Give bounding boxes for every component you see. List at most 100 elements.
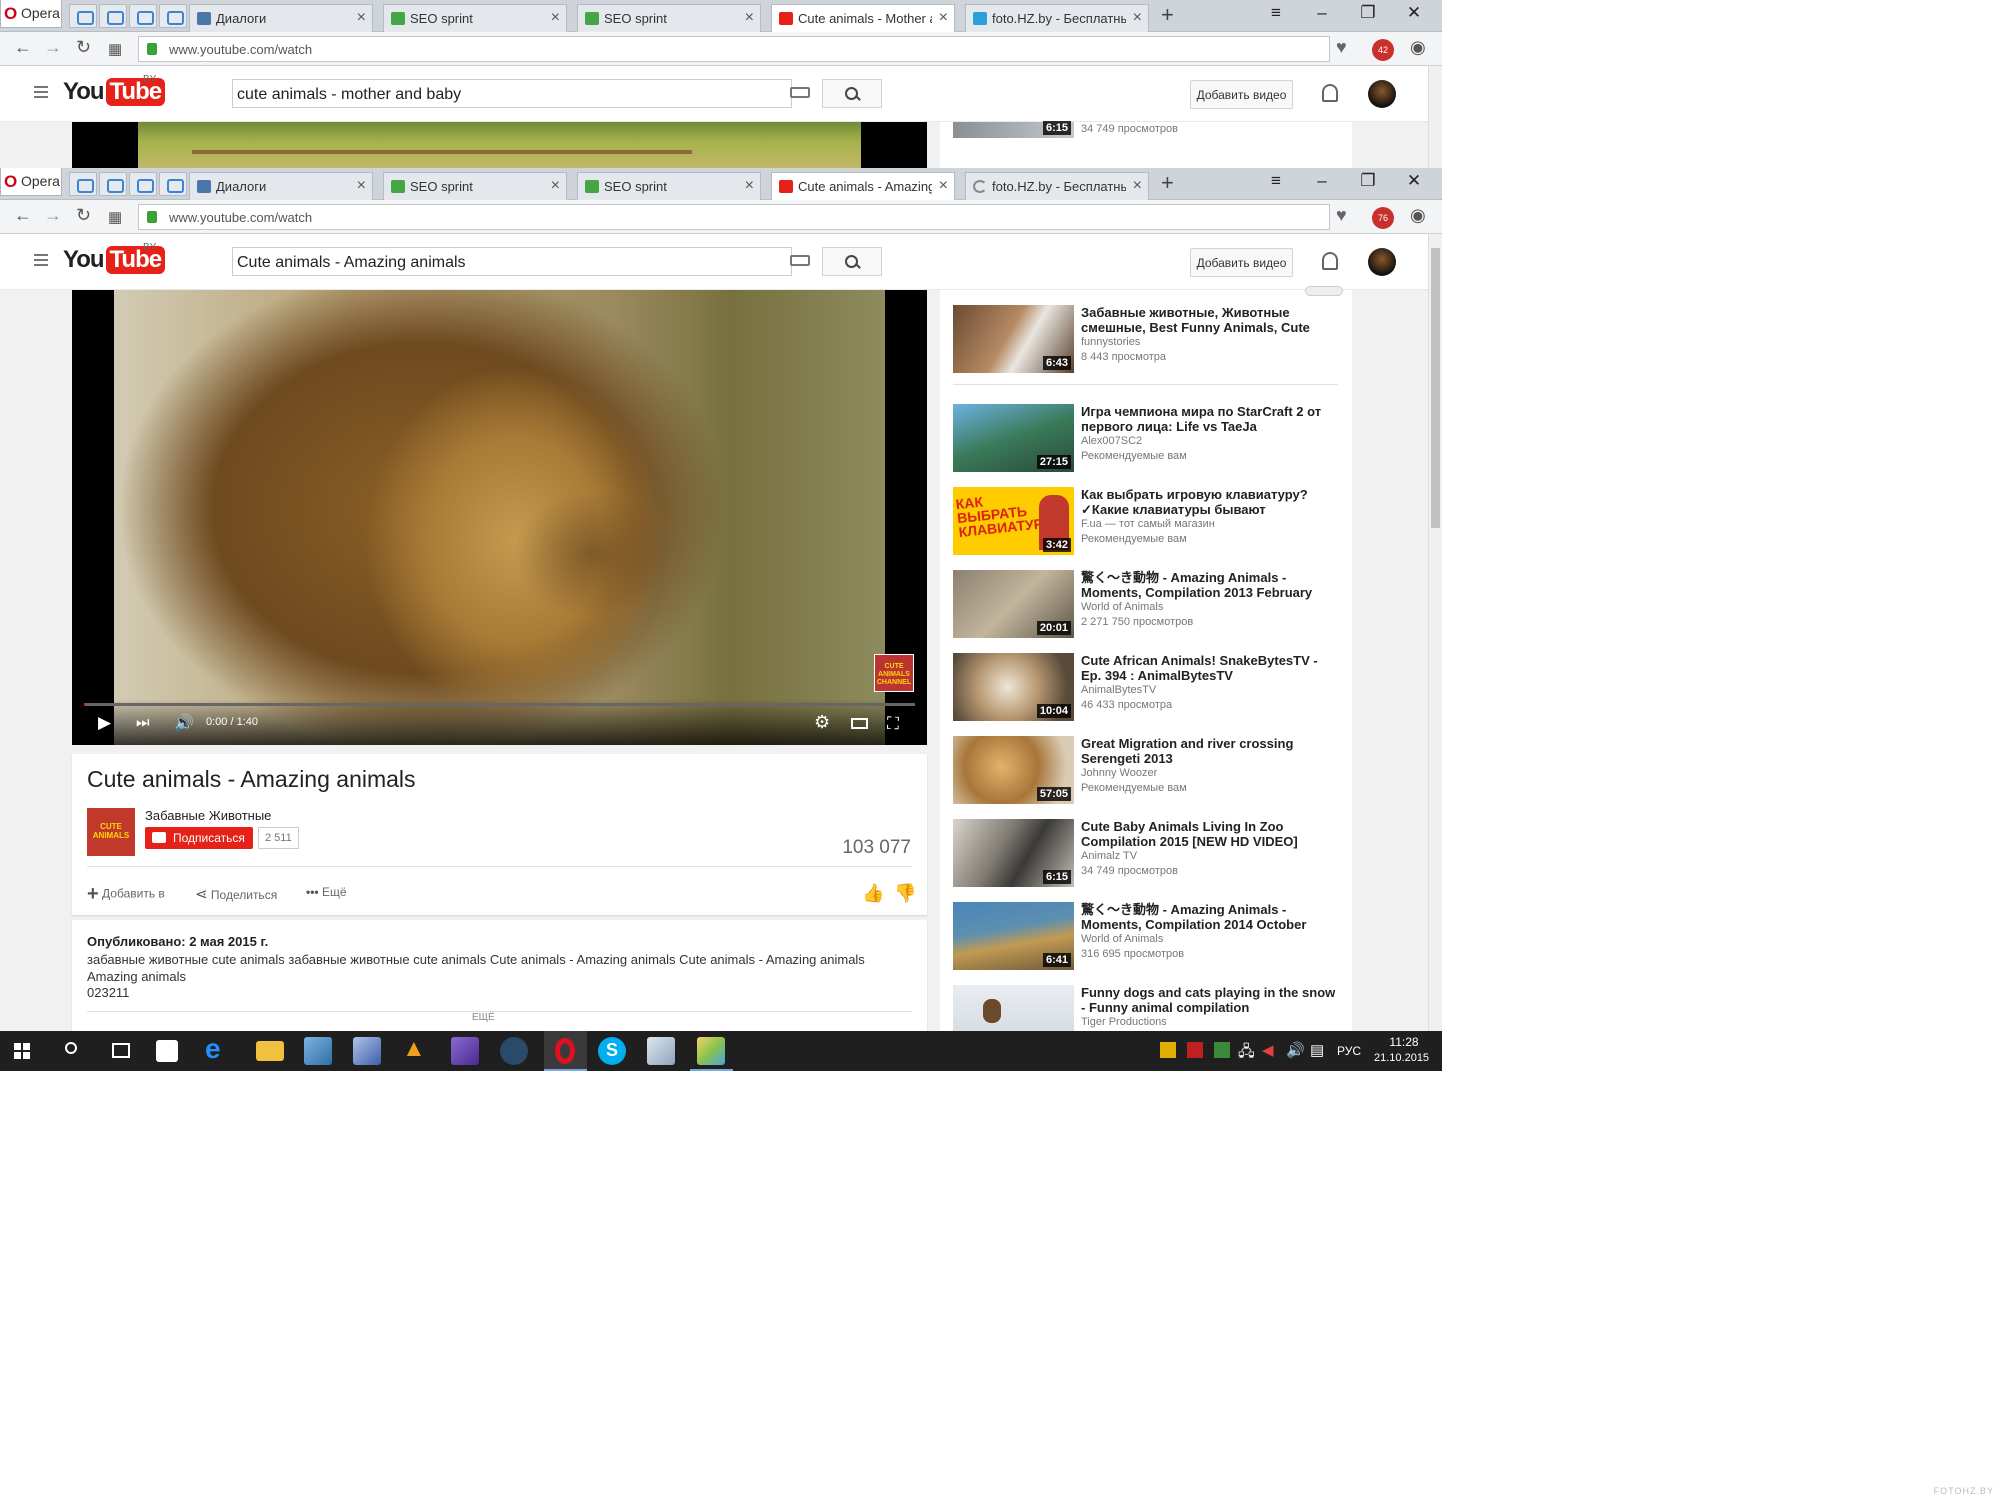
tab-seo-sprint[interactable]: SEO sprint × [383,4,567,32]
adblock-icon[interactable]: 76 [1372,207,1394,229]
alert-icon[interactable]: ◀ [1262,1041,1274,1059]
tab-seo-sprint[interactable]: SEO sprint × [577,172,761,200]
fullscreen-icon[interactable]: ⛶ [887,714,899,734]
channel-name[interactable]: Забавные Животные [145,808,271,823]
rec-title[interactable]: Игра чемпиона мира по StarCraft 2 от пер… [1081,404,1341,464]
add-to-button[interactable]: + Добавить в [87,883,165,906]
rec-thumbnail[interactable]: 6:41 [953,902,1074,970]
guide-menu-icon[interactable] [34,86,48,98]
scrollbar[interactable] [1428,66,1442,170]
search-input[interactable]: Cute animals - Amazing animals [232,247,792,276]
recommendation-item[interactable]: Funny dogs and cats playing in the snow … [953,985,1338,1031]
reload-icon[interactable]: ↻ [76,205,91,226]
pinned-tab[interactable] [69,172,97,196]
search-input[interactable]: cute animals - mother and baby [232,79,792,108]
opera-menu-button[interactable]: O Opera [0,0,62,28]
scrollbar-thumb[interactable] [1431,248,1440,528]
adblock-icon[interactable]: 42 [1372,39,1394,61]
tray-icon[interactable] [1187,1042,1203,1058]
recommendation-item[interactable]: КАК ВЫБРАТЬ КЛАВИАТУРУ 3:42 Как выбрать … [953,487,1338,557]
rec-thumbnail[interactable]: 10:04 [953,653,1074,721]
minimize-button[interactable]: – [1307,171,1337,191]
theater-mode-icon[interactable] [851,718,868,729]
close-tab-icon[interactable]: × [357,177,366,195]
language-indicator[interactable]: РУС [1337,1044,1361,1058]
forward-icon[interactable]: → [44,37,62,58]
tray-icon[interactable] [1160,1042,1176,1058]
clock-time[interactable]: 11:28 [1386,1035,1422,1049]
edge-icon[interactable]: e [205,1033,233,1064]
forward-icon[interactable]: → [44,205,62,226]
close-tab-icon[interactable]: × [357,9,366,27]
more-button[interactable]: ••• Ещё [306,885,347,899]
recommendation-item[interactable]: 6:41 驚く〜き動物 - Amazing Animals - Moments,… [953,902,1338,972]
tab-youtube[interactable]: Cute animals - Amazing an× [771,172,955,200]
app-icon[interactable] [353,1037,381,1065]
tab-foto-hz[interactable]: foto.HZ.by - Бесплатный × [965,4,1149,32]
rec-title[interactable]: Cute Baby Animals Living In Zoo Compilat… [1081,819,1341,879]
close-tab-icon[interactable]: × [745,177,754,195]
recommendation-item[interactable]: 20:01 驚く〜き動物 - Amazing Animals - Moments… [953,570,1338,640]
rec-title[interactable]: 驚く〜き動物 - Amazing Animals - Moments, Comp… [1081,902,1341,962]
restore-button[interactable]: ❐ [1353,171,1383,191]
bookmark-heart-icon[interactable]: ♥ [1336,205,1347,226]
rec-thumbnail[interactable]: 57:05 [953,736,1074,804]
minimize-button[interactable]: – [1307,3,1337,23]
clock-date[interactable]: 21.10.2015 [1374,1052,1429,1064]
bookmark-heart-icon[interactable]: ♥ [1336,37,1347,58]
upload-button[interactable]: Добавить видео [1190,80,1293,109]
tab-dialogs[interactable]: Диалоги × [189,4,373,32]
tray-icon[interactable] [1214,1042,1230,1058]
volume-icon[interactable]: 🔊 [1286,1041,1305,1059]
close-window-button[interactable]: ✕ [1399,171,1429,191]
speed-dial-icon[interactable]: ▦ [108,40,122,58]
pinned-tab[interactable] [159,4,187,28]
scrollbar[interactable] [1428,234,1442,1031]
url-field[interactable]: www.youtube.com/watch [138,36,1330,62]
tab-dialogs[interactable]: Диалоги × [189,172,373,200]
new-tab-button[interactable]: + [1161,2,1174,28]
keyboard-icon[interactable] [790,255,810,266]
steam-icon[interactable] [500,1037,528,1065]
close-tab-icon[interactable]: × [1133,177,1142,195]
notifications-icon[interactable] [1322,252,1338,270]
show-more-button[interactable]: ЕЩЁ [472,1012,495,1023]
tab-seo-sprint[interactable]: SEO sprint × [383,172,567,200]
tab-menu-icon[interactable]: ≡ [1261,171,1291,191]
tab-seo-sprint[interactable]: SEO sprint × [577,4,761,32]
search-button[interactable] [822,247,882,276]
share-button[interactable]: ⋖ Поделиться [195,885,277,903]
app-icon[interactable] [647,1037,675,1065]
back-icon[interactable]: ← [14,37,32,58]
rec-thumbnail[interactable] [953,985,1074,1031]
subscribe-button[interactable]: Подписаться [145,827,253,849]
rec-thumbnail[interactable]: 27:15 [953,404,1074,472]
pinned-tab[interactable] [159,172,187,196]
restore-button[interactable]: ❐ [1353,3,1383,23]
app-icon[interactable] [304,1037,332,1065]
recommendation-item[interactable]: 57:05 Great Migration and river crossing… [953,736,1338,806]
close-tab-icon[interactable]: × [1133,9,1142,27]
rec-thumbnail[interactable]: 20:01 [953,570,1074,638]
pinned-tab[interactable] [99,172,127,196]
rec-title[interactable]: Cute African Animals! SnakeBytesTV - Ep.… [1081,653,1341,713]
avatar[interactable] [1368,248,1396,276]
keyboard-icon[interactable] [790,87,810,98]
rec-title[interactable]: 驚く〜き動物 - Amazing Animals - Moments, Comp… [1081,570,1341,630]
search-icon[interactable] [65,1042,77,1054]
recommendation-item[interactable]: 6:15 Cute Baby Animals Living In Zoo Com… [953,819,1338,889]
visual-studio-icon[interactable] [451,1037,479,1065]
rec-title[interactable]: Забавные животные, Животные смешные, Bes… [1081,305,1341,365]
opera-menu-button[interactable]: O Opera [0,168,62,196]
play-icon[interactable]: ▶ [98,713,111,733]
pinned-tab[interactable] [129,172,157,196]
recommendation-item[interactable]: 27:15 Игра чемпиона мира по StarCraft 2 … [953,404,1338,474]
rec-title[interactable]: Funny dogs and cats playing in the snow … [1081,985,1338,1030]
tab-youtube[interactable]: Cute animals - Mother and× [771,4,955,32]
upload-button[interactable]: Добавить видео [1190,248,1293,277]
rec-thumbnail[interactable]: 6:43 [953,305,1074,373]
close-window-button[interactable]: ✕ [1399,3,1429,23]
tab-menu-icon[interactable]: ≡ [1261,3,1291,23]
close-tab-icon[interactable]: × [551,177,560,195]
rec-thumbnail[interactable]: 6:15 [953,121,1074,138]
